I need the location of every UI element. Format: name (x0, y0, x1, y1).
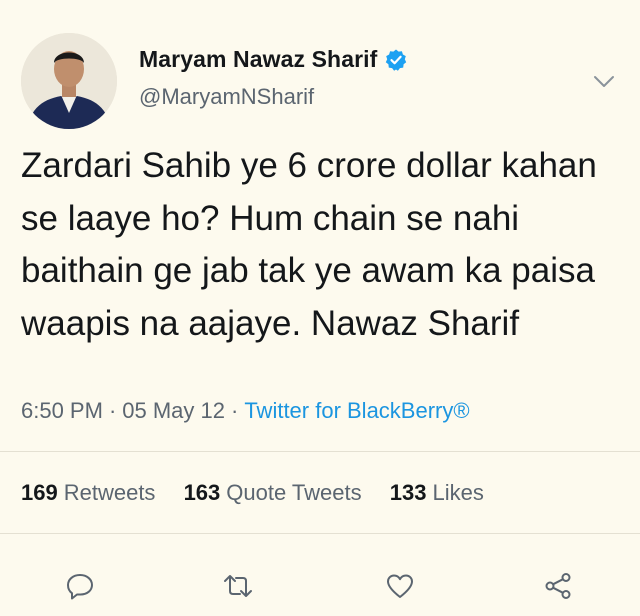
retweets-label: Retweets (63, 480, 156, 505)
retweets-stat[interactable]: 169 Retweets (21, 480, 155, 505)
quote-tweets-stat[interactable]: 163 Quote Tweets (184, 480, 362, 505)
likes-count: 133 (389, 480, 427, 505)
tweet-text: Zardari Sahib ye 6 crore dollar kahan se… (21, 146, 597, 343)
avatar[interactable] (21, 33, 117, 129)
tweet-source[interactable]: Twitter for BlackBerry® (244, 398, 469, 423)
meta-separator: · (231, 398, 239, 423)
reply-icon (67, 574, 93, 600)
tweet-meta: 6:50 PM · 05 May 12 · Twitter for BlackBerry… (21, 398, 470, 424)
divider (0, 451, 640, 452)
author-handle[interactable]: @MaryamNSharif (139, 84, 314, 110)
heart-icon (387, 574, 413, 598)
profile-photo-icon (21, 33, 117, 129)
tweet-stats: 169 Retweets 163 Quote Tweets 133 Likes (21, 480, 506, 506)
tweet-date[interactable]: 05 May 12 (122, 398, 225, 423)
likes-stat[interactable]: 133 Likes (390, 480, 484, 505)
quote-tweets-count: 163 (183, 480, 221, 505)
meta-separator: · (108, 398, 117, 423)
tweet-time[interactable]: 6:50 PM (21, 398, 103, 423)
likes-label: Likes (432, 480, 484, 505)
share-button[interactable] (538, 566, 578, 606)
quote-tweets-label: Quote Tweets (226, 480, 362, 505)
retweet-button[interactable] (218, 566, 258, 606)
author-name-row[interactable]: Maryam Nawaz Sharif (139, 46, 408, 73)
tweet-card: Maryam Nawaz Sharif @MaryamNSharif Zarda… (0, 0, 640, 616)
retweet-icon (224, 575, 252, 597)
display-name[interactable]: Maryam Nawaz Sharif (139, 46, 377, 73)
retweets-count: 169 (21, 480, 58, 505)
chevron-down-icon[interactable] (590, 72, 618, 92)
divider (0, 533, 640, 534)
verified-badge-icon (386, 49, 407, 71)
reply-button[interactable] (60, 566, 100, 606)
like-button[interactable] (380, 566, 420, 606)
share-icon (545, 573, 571, 599)
